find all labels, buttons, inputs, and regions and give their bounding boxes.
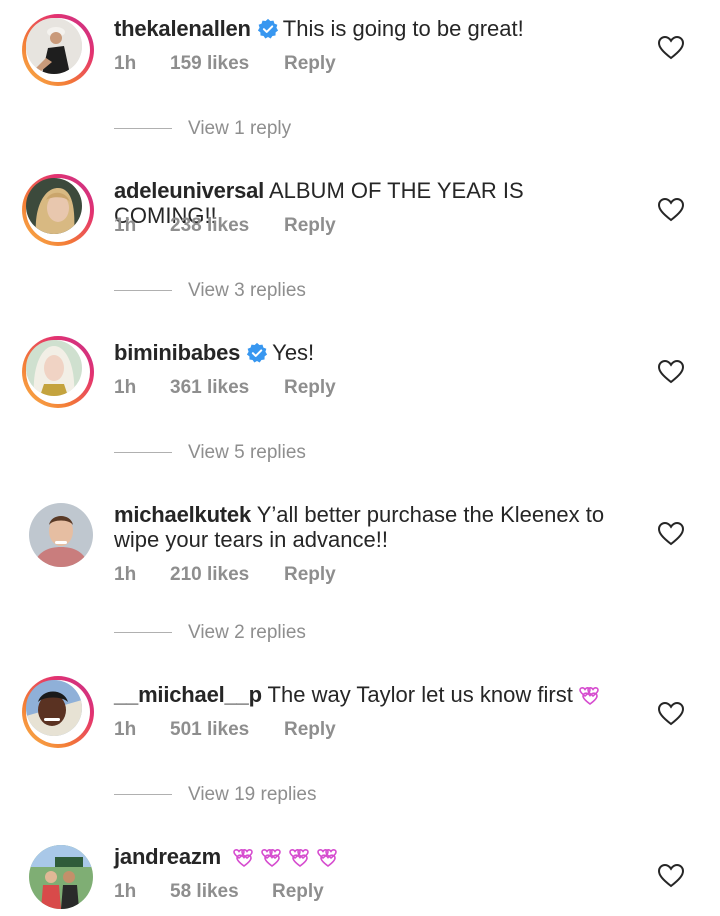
two-hearts-emoji bbox=[289, 849, 311, 867]
divider bbox=[114, 452, 172, 454]
avatar-photo bbox=[26, 680, 82, 736]
reply-button[interactable]: Reply bbox=[284, 215, 336, 237]
verified-badge-icon bbox=[246, 342, 268, 364]
comment-text: The way Taylor let us know first bbox=[267, 682, 573, 707]
comment-text-line2: wipe your tears in advance!! bbox=[114, 527, 388, 552]
heart-outline-icon[interactable] bbox=[658, 360, 684, 384]
likes-count[interactable]: 159 likes bbox=[170, 53, 284, 75]
likes-count[interactable]: 361 likes bbox=[170, 377, 284, 399]
avatar-photo bbox=[26, 18, 82, 74]
heart-outline-icon[interactable] bbox=[658, 864, 684, 888]
divider bbox=[114, 632, 172, 634]
view-replies-button[interactable]: View 1 reply bbox=[114, 118, 291, 140]
comment-text: Yes! bbox=[272, 340, 315, 365]
divider bbox=[114, 794, 172, 796]
view-replies-button[interactable]: View 3 replies bbox=[114, 280, 306, 302]
divider bbox=[114, 128, 172, 130]
username[interactable]: __miichael__p bbox=[114, 682, 262, 707]
two-hearts-emoji bbox=[261, 849, 283, 867]
heart-outline-icon[interactable] bbox=[658, 702, 684, 726]
username[interactable]: jandreazm bbox=[114, 844, 221, 869]
view-replies-button[interactable]: View 2 replies bbox=[114, 622, 306, 644]
reply-button[interactable]: Reply bbox=[284, 564, 336, 586]
reply-button[interactable]: Reply bbox=[284, 719, 336, 741]
avatar-photo bbox=[26, 178, 82, 234]
verified-badge-icon bbox=[257, 18, 279, 40]
comment-text: Y’all better purchase the Kleenex to bbox=[256, 502, 605, 527]
avatar[interactable] bbox=[22, 336, 94, 408]
divider bbox=[114, 290, 172, 292]
avatar[interactable] bbox=[22, 676, 94, 748]
avatar-photo bbox=[26, 340, 82, 396]
avatar-photo bbox=[29, 503, 93, 567]
likes-count[interactable]: 210 likes bbox=[170, 564, 284, 586]
comment-time: 1h bbox=[114, 53, 137, 74]
avatar[interactable] bbox=[22, 14, 94, 86]
heart-outline-icon[interactable] bbox=[658, 198, 684, 222]
username[interactable]: thekalenallen bbox=[114, 16, 251, 41]
view-replies-button[interactable]: View 19 replies bbox=[114, 784, 317, 806]
comment-time: 1h bbox=[114, 215, 137, 236]
two-hearts-emoji bbox=[233, 849, 255, 867]
view-replies-button[interactable]: View 5 replies bbox=[114, 442, 306, 464]
username[interactable]: adeleuniversal bbox=[114, 178, 264, 203]
avatar[interactable] bbox=[22, 838, 94, 910]
two-hearts-emoji bbox=[579, 687, 601, 705]
comment-time: 1h bbox=[114, 564, 137, 585]
reply-button[interactable]: Reply bbox=[272, 881, 324, 903]
comment-time: 1h bbox=[114, 377, 137, 398]
comment-time: 1h bbox=[114, 719, 137, 740]
reply-button[interactable]: Reply bbox=[284, 377, 336, 399]
avatar[interactable] bbox=[22, 496, 94, 568]
username[interactable]: michaelkutek bbox=[114, 502, 251, 527]
avatar-photo bbox=[29, 845, 93, 909]
likes-count[interactable]: 238 likes bbox=[170, 215, 284, 237]
reply-button[interactable]: Reply bbox=[284, 53, 336, 75]
avatar[interactable] bbox=[22, 174, 94, 246]
heart-outline-icon[interactable] bbox=[658, 36, 684, 60]
two-hearts-emoji bbox=[317, 849, 339, 867]
comment-text: This is going to be great! bbox=[282, 16, 524, 41]
likes-count[interactable]: 58 likes bbox=[170, 881, 272, 903]
username[interactable]: biminibabes bbox=[114, 340, 240, 365]
heart-outline-icon[interactable] bbox=[658, 522, 684, 546]
comment-time: 1h bbox=[114, 881, 137, 902]
likes-count[interactable]: 501 likes bbox=[170, 719, 284, 741]
comments-list: thekalenallen This is going to be great! … bbox=[0, 0, 720, 916]
